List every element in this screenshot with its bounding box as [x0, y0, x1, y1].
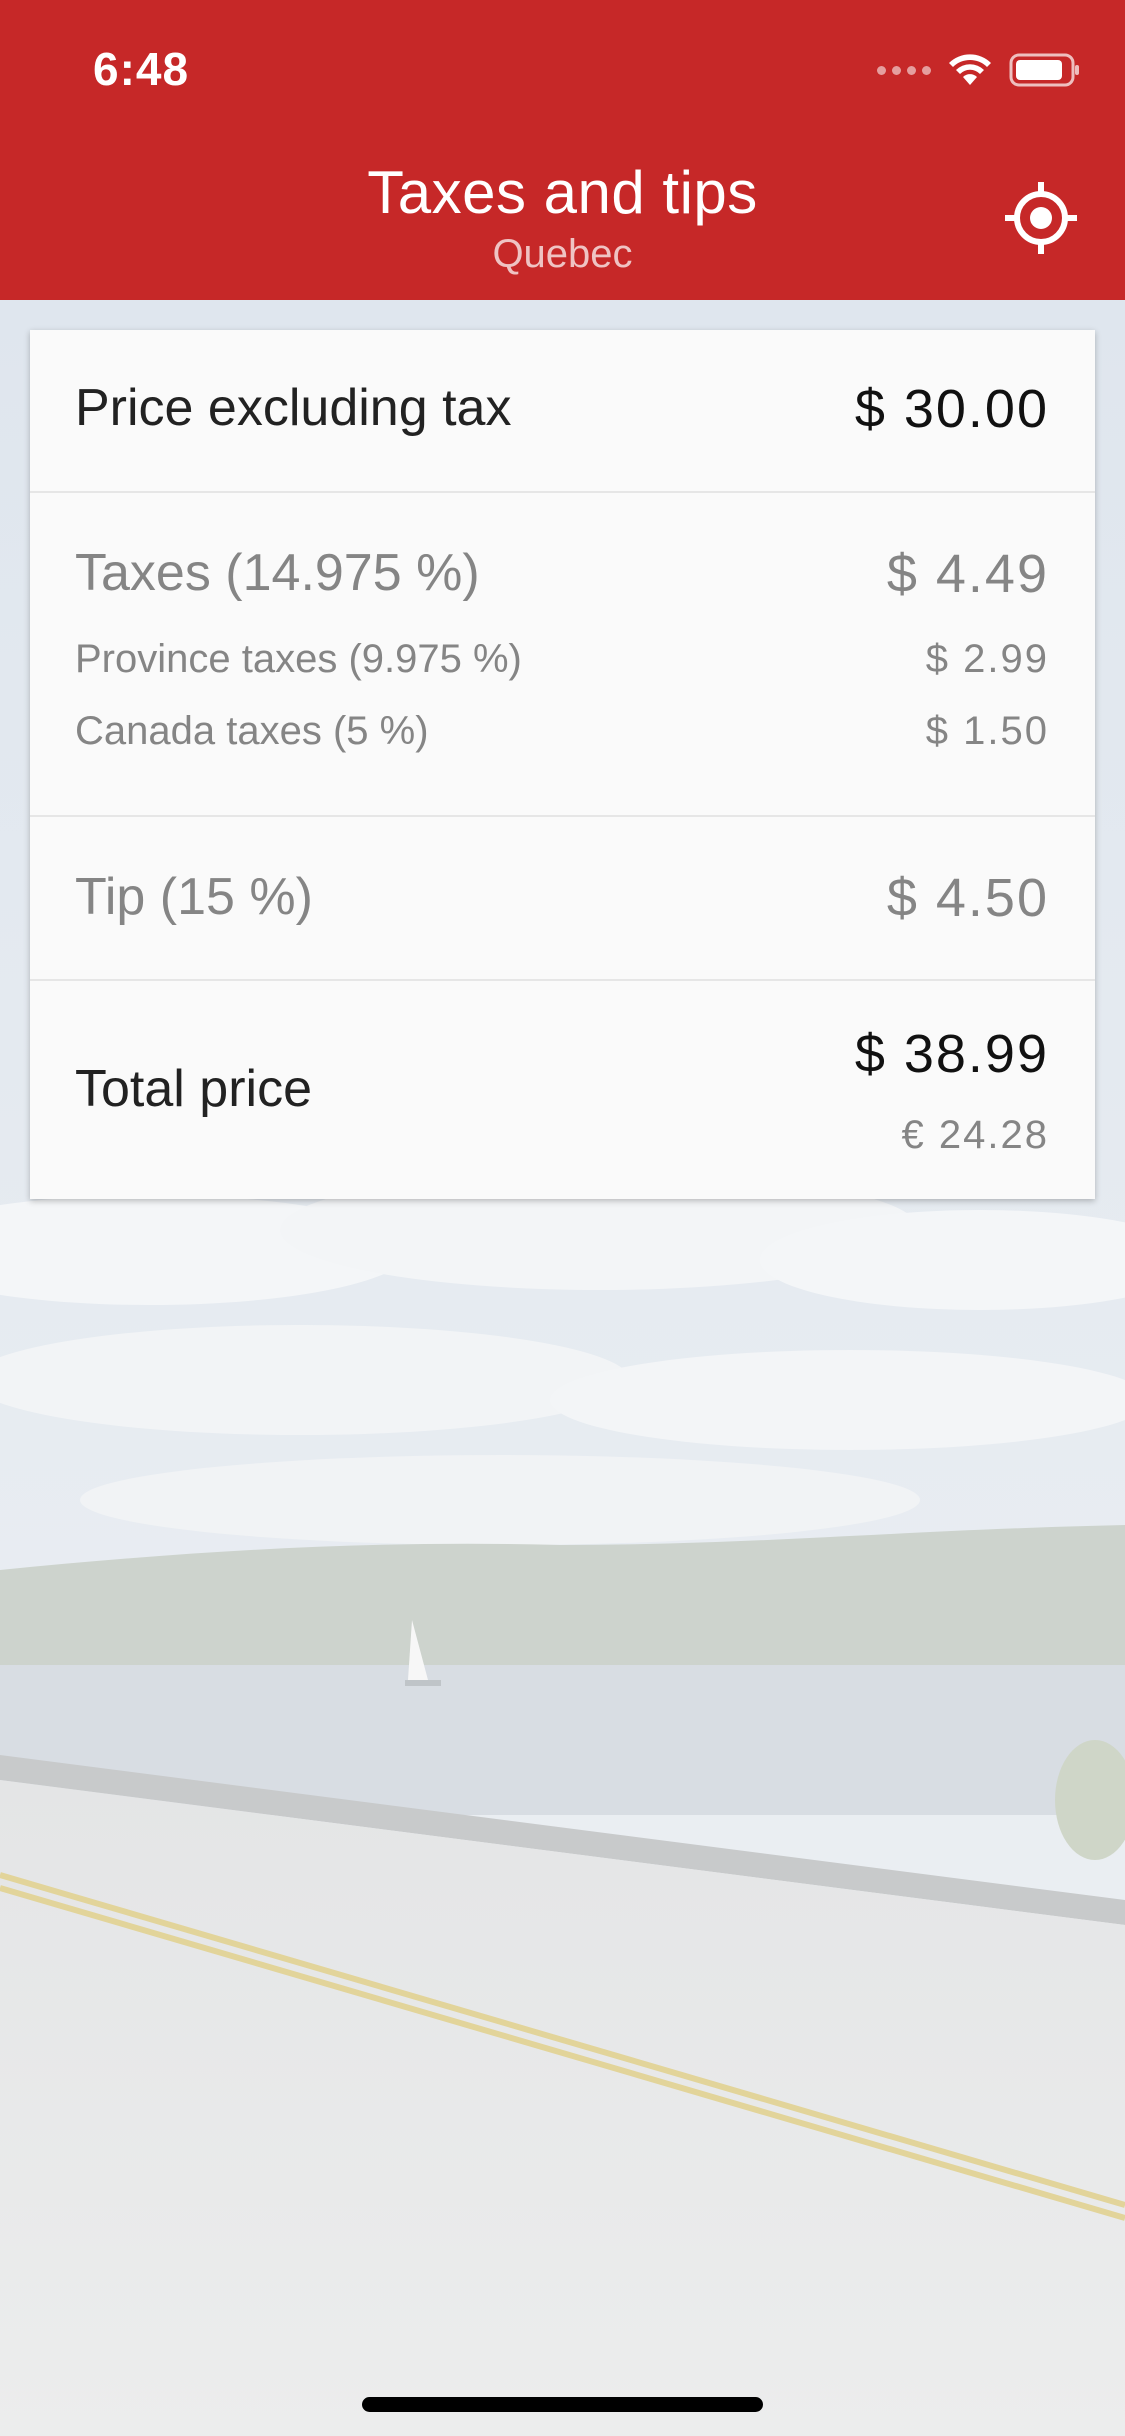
- canada-taxes-label: Canada taxes (5 %): [75, 709, 429, 753]
- total-price-value: $ 38.99: [854, 1024, 1049, 1084]
- locate-button[interactable]: [1003, 180, 1079, 256]
- battery-icon: [1009, 53, 1079, 87]
- total-price-row: Total price $ 38.99 € 24.28: [30, 981, 1095, 1199]
- wifi-icon: [949, 54, 991, 85]
- page-title: Taxes and tips: [367, 159, 758, 226]
- tip-value: $ 4.50: [886, 868, 1049, 928]
- price-excluding-tax-value: $ 30.00: [854, 379, 1049, 439]
- taxes-row[interactable]: Taxes (14.975 %) $ 4.49 Province taxes (…: [30, 493, 1095, 817]
- home-indicator[interactable]: [362, 2397, 763, 2412]
- province-taxes-value: $ 2.99: [925, 637, 1049, 681]
- taxes-value: $ 4.49: [886, 544, 1049, 604]
- tip-label: Tip (15 %): [75, 868, 313, 926]
- price-excluding-tax-label: Price excluding tax: [75, 379, 512, 437]
- status-icons: [877, 50, 1081, 90]
- canada-taxes-value: $ 1.50: [925, 709, 1049, 753]
- summary-card: Price excluding tax $ 30.00 Taxes (14.97…: [30, 330, 1095, 1199]
- crosshair-location-icon: [1005, 182, 1077, 254]
- region-subtitle: Quebec: [492, 232, 633, 276]
- total-price-eur-value: € 24.28: [901, 1113, 1049, 1157]
- status-time: 6:48: [93, 43, 190, 95]
- taxes-label: Taxes (14.975 %): [75, 544, 480, 602]
- tip-row[interactable]: Tip (15 %) $ 4.50: [30, 817, 1095, 981]
- signal-icon: [877, 65, 931, 75]
- price-excluding-tax-row[interactable]: Price excluding tax $ 30.00: [30, 330, 1095, 493]
- province-taxes-label: Province taxes (9.975 %): [75, 637, 522, 681]
- app-header: 6:48 Taxes and tips Quebec: [0, 0, 1125, 300]
- total-price-label: Total price: [75, 1060, 312, 1118]
